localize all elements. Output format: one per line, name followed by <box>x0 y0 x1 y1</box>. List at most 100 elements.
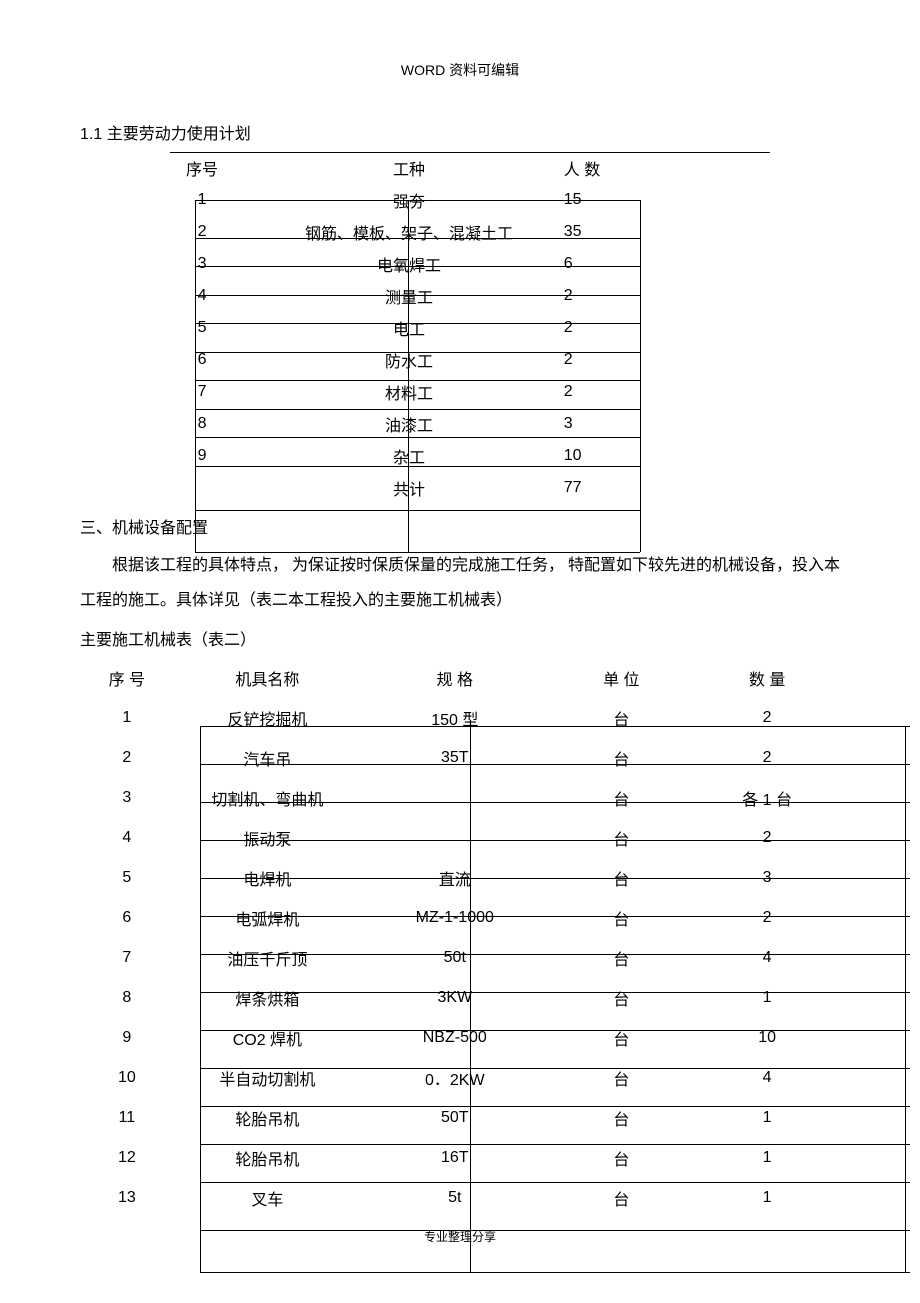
machinery-cell-qty: 1 <box>694 1178 840 1218</box>
machinery-col-spec: 规 格 <box>361 658 548 698</box>
table-row: 11轮胎吊机50T台1 <box>80 1098 840 1138</box>
labor-cell-type: 共计 <box>264 472 554 504</box>
machinery-cell-unit: 台 <box>548 698 694 738</box>
machinery-cell-qty: 2 <box>694 738 840 778</box>
table-row: 4测量工2 <box>140 280 740 312</box>
table-row: 2钢筋、模板、架子、混凝土工35 <box>140 216 740 248</box>
labor-cell-no: 8 <box>140 408 264 440</box>
labor-cell-count: 6 <box>554 248 740 280</box>
machinery-cell-qty: 4 <box>694 938 840 978</box>
machinery-cell-name: CO2 焊机 <box>174 1018 361 1058</box>
machinery-cell-no: 11 <box>80 1098 174 1138</box>
machinery-cell-name: 半自动切割机 <box>174 1058 361 1098</box>
machinery-cell-unit: 台 <box>548 938 694 978</box>
labor-cell-no: 4 <box>140 280 264 312</box>
machinery-cell-spec: 50t <box>361 938 548 978</box>
labor-cell-type: 强夯 <box>264 184 554 216</box>
machinery-cell-unit: 台 <box>548 858 694 898</box>
machinery-cell-unit: 台 <box>548 1058 694 1098</box>
machinery-cell-no: 1 <box>80 698 174 738</box>
labor-cell-no: 7 <box>140 376 264 408</box>
machinery-cell-name: 切割机、弯曲机 <box>174 778 361 818</box>
machinery-col-qty: 数 量 <box>694 658 840 698</box>
machinery-col-unit: 单 位 <box>548 658 694 698</box>
machinery-cell-no: 6 <box>80 898 174 938</box>
machinery-cell-no: 4 <box>80 818 174 858</box>
labor-cell-count: 3 <box>554 408 740 440</box>
table-row: 10半自动切割机0．2KW台4 <box>80 1058 840 1098</box>
table-row: 7材料工2 <box>140 376 740 408</box>
machinery-cell-no: 10 <box>80 1058 174 1098</box>
machinery-cell-unit: 台 <box>548 1098 694 1138</box>
table-row: 1强夯15 <box>140 184 740 216</box>
machinery-cell-spec <box>361 778 548 818</box>
labor-cell-no <box>140 472 264 504</box>
machinery-header-row: 序 号 机具名称 规 格 单 位 数 量 <box>80 658 840 698</box>
section-1-title: 1.1 主要劳动力使用计划 <box>80 120 840 144</box>
table-row: 5电工2 <box>140 312 740 344</box>
section-2-subtitle: 主要施工机械表（表二） <box>80 626 840 650</box>
machinery-cell-name: 轮胎吊机 <box>174 1098 361 1138</box>
machinery-cell-name: 反铲挖掘机 <box>174 698 361 738</box>
machinery-cell-name: 叉车 <box>174 1178 361 1218</box>
labor-cell-count: 2 <box>554 344 740 376</box>
machinery-cell-unit: 台 <box>548 1178 694 1218</box>
machinery-cell-no: 5 <box>80 858 174 898</box>
machinery-cell-spec: 3KW <box>361 978 548 1018</box>
machinery-cell-name: 轮胎吊机 <box>174 1138 361 1178</box>
table-row: 6防水工2 <box>140 344 740 376</box>
machinery-cell-spec <box>361 818 548 858</box>
machinery-cell-qty: 1 <box>694 1138 840 1178</box>
labor-cell-count: 77 <box>554 472 740 504</box>
labor-cell-type: 测量工 <box>264 280 554 312</box>
page-footer: 专业整理分享 <box>80 1228 840 1245</box>
labor-cell-type: 电工 <box>264 312 554 344</box>
table-row: 4振动泵 台2 <box>80 818 840 858</box>
machinery-cell-no: 8 <box>80 978 174 1018</box>
machinery-cell-unit: 台 <box>548 818 694 858</box>
machinery-cell-spec: 16T <box>361 1138 548 1178</box>
labor-cell-count: 2 <box>554 280 740 312</box>
labor-cell-count: 15 <box>554 184 740 216</box>
machinery-cell-spec: MZ-1-1000 <box>361 898 548 938</box>
machinery-cell-name: 振动泵 <box>174 818 361 858</box>
labor-cell-count: 2 <box>554 312 740 344</box>
table-row: 8焊条烘箱3KW台1 <box>80 978 840 1018</box>
labor-cell-no: 2 <box>140 216 264 248</box>
labor-cell-no: 3 <box>140 248 264 280</box>
table-row: 3电氧焊工6 <box>140 248 740 280</box>
machinery-cell-no: 9 <box>80 1018 174 1058</box>
table-row: 9杂工10 <box>140 440 740 472</box>
machinery-cell-spec: 0．2KW <box>361 1058 548 1098</box>
labor-cell-no: 9 <box>140 440 264 472</box>
labor-cell-type: 油漆工 <box>264 408 554 440</box>
table-row: 6电弧焊机MZ-1-1000台2 <box>80 898 840 938</box>
machinery-col-no: 序 号 <box>80 658 174 698</box>
machinery-cell-name: 电弧焊机 <box>174 898 361 938</box>
table-row: 13叉车5t台1 <box>80 1178 840 1218</box>
machinery-col-name: 机具名称 <box>174 658 361 698</box>
labor-cell-count: 2 <box>554 376 740 408</box>
table-row: 8油漆工3 <box>140 408 740 440</box>
machinery-cell-unit: 台 <box>548 778 694 818</box>
labor-cell-type: 材料工 <box>264 376 554 408</box>
machinery-cell-name: 电焊机 <box>174 858 361 898</box>
machinery-cell-qty: 各 1 台 <box>694 778 840 818</box>
table-row: 3切割机、弯曲机 台各 1 台 <box>80 778 840 818</box>
table-row: 12轮胎吊机16T台1 <box>80 1138 840 1178</box>
machinery-cell-no: 3 <box>80 778 174 818</box>
table-row: 1反铲挖掘机150 型台2 <box>80 698 840 738</box>
labor-cell-type: 电氧焊工 <box>264 248 554 280</box>
machinery-cell-unit: 台 <box>548 978 694 1018</box>
machinery-cell-qty: 1 <box>694 978 840 1018</box>
machinery-cell-unit: 台 <box>548 898 694 938</box>
labor-cell-no: 1 <box>140 184 264 216</box>
machinery-cell-qty: 2 <box>694 818 840 858</box>
machinery-cell-unit: 台 <box>548 1138 694 1178</box>
machinery-cell-unit: 台 <box>548 738 694 778</box>
labor-cell-type: 防水工 <box>264 344 554 376</box>
machinery-cell-no: 2 <box>80 738 174 778</box>
table-row: 共计77 <box>140 472 740 504</box>
table-row: 9CO2 焊机NBZ-500台10 <box>80 1018 840 1058</box>
labor-cell-type: 杂工 <box>264 440 554 472</box>
